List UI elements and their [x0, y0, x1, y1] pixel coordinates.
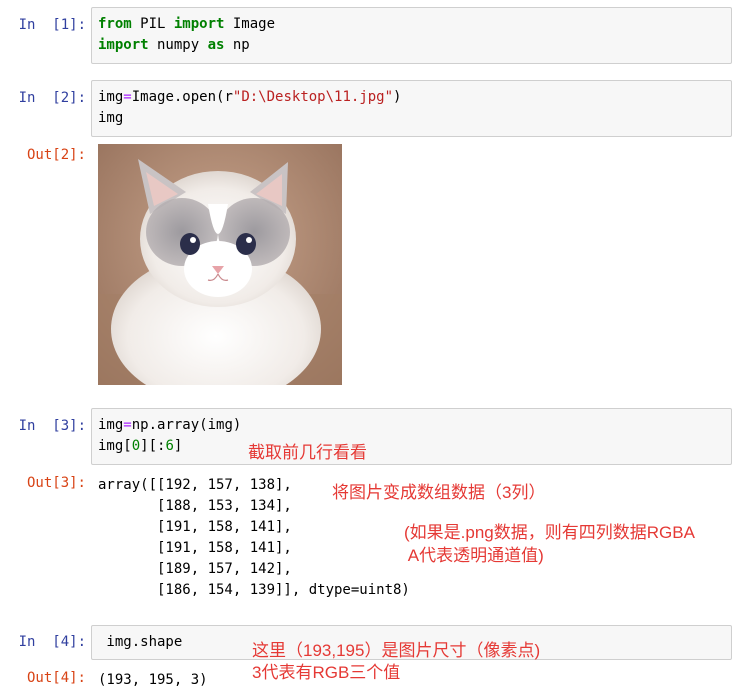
code-token: Image	[224, 16, 276, 32]
annotation-shape-note-2: 3代表有RGB三个值	[252, 663, 401, 682]
annotation-array-note: 将图片变成数组数据（3列）	[332, 483, 546, 502]
annotation-slice-note: 截取前几行看看	[248, 443, 367, 462]
code-token: =	[123, 417, 132, 433]
cell-2-out-prompt: Out[2]:	[26, 147, 86, 163]
output-line: [191, 158, 141],	[98, 540, 292, 556]
code-line: img[0][:6]	[98, 436, 241, 457]
code-token: img	[98, 110, 124, 126]
code-token: numpy	[148, 37, 208, 53]
code-line: img=np.array(img)	[98, 415, 241, 436]
annotation-shape-note-1: 这里（193,195）是图片尺寸（像素点)	[252, 641, 541, 660]
cell-3-code[interactable]: img=np.array(img) img[0][:6]	[98, 415, 241, 457]
cat-image	[98, 144, 342, 385]
code-token: img[	[98, 438, 132, 454]
cell-2-code[interactable]: img=Image.open(r"D:\Desktop\11.jpg") img	[98, 87, 401, 129]
code-line: img=Image.open(r"D:\Desktop\11.jpg")	[98, 87, 401, 108]
code-line: img	[98, 108, 401, 129]
code-cell-3[interactable]: img=np.array(img) img[0][:6]	[91, 408, 732, 465]
code-token: ]	[173, 438, 183, 454]
code-token: 6	[165, 438, 174, 454]
cell-4-out-prompt: Out[4]:	[26, 670, 86, 686]
cell-4-output: (193, 195, 3)	[98, 670, 208, 691]
code-token: img	[98, 417, 124, 433]
code-token: Image.open(r	[131, 89, 233, 105]
code-token: img.shape	[98, 634, 183, 650]
cell-4-code[interactable]: img.shape	[98, 632, 182, 653]
cell-3-in-prompt: In [3]:	[18, 418, 86, 434]
output-line: [186, 154, 139]], dtype=uint8)	[98, 582, 410, 598]
code-token: PIL	[131, 16, 174, 32]
cat-photo-illustration	[98, 144, 342, 385]
code-token: 0	[131, 438, 141, 454]
cell-1-code[interactable]: from PIL import Image import numpy as np	[98, 14, 275, 56]
code-token: =	[123, 89, 132, 105]
cell-3-out-prompt: Out[3]:	[26, 475, 86, 491]
cell-2-in-prompt: In [2]:	[18, 90, 86, 106]
code-token: ][:	[140, 438, 166, 454]
cell-1-in-prompt: In [1]:	[18, 17, 86, 33]
code-token: import	[173, 16, 225, 32]
code-token: from	[98, 16, 132, 32]
code-token: )	[393, 89, 402, 105]
code-cell-2[interactable]: img=Image.open(r"D:\Desktop\11.jpg") img	[91, 80, 732, 137]
code-line: from PIL import Image	[98, 14, 275, 35]
cell-4-in-prompt: In [4]:	[18, 634, 86, 650]
code-cell-1[interactable]: from PIL import Image import numpy as np	[91, 7, 732, 64]
code-token: import	[98, 37, 149, 53]
code-token: img	[98, 89, 124, 105]
code-token: np.array(img)	[131, 417, 242, 433]
output-line: [189, 157, 142],	[98, 561, 292, 577]
output-line: [191, 158, 141],	[98, 519, 292, 535]
code-token: as	[207, 37, 225, 53]
code-line: img.shape	[98, 632, 182, 653]
annotation-png-note-1: (如果是.png数据，则有四列数据RGBA	[404, 523, 695, 542]
annotation-png-note-2: A代表透明通道值)	[404, 546, 544, 565]
output-line: (193, 195, 3)	[98, 672, 208, 688]
code-line: import numpy as np	[98, 35, 275, 56]
code-token: np	[224, 37, 250, 53]
code-token: "D:\Desktop\11.jpg"	[232, 89, 394, 105]
